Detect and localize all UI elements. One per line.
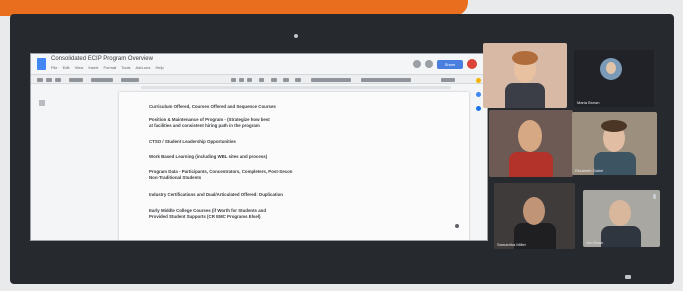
style-select[interactable]: [91, 78, 113, 82]
docs-title-bar: Consolidated ECIP Program Overview File …: [31, 54, 487, 74]
document-title[interactable]: Consolidated ECIP Program Overview: [51, 56, 153, 62]
mic-muted-icon: [653, 194, 656, 199]
menu-item-view[interactable]: View: [75, 65, 84, 70]
link-icon[interactable]: [271, 78, 277, 82]
account-avatar[interactable]: [467, 59, 477, 69]
participant-body: [505, 83, 545, 108]
camera-dot: [294, 34, 298, 38]
insert-image-icon[interactable]: [295, 78, 301, 82]
participant-face: [609, 200, 631, 226]
menu-item-format[interactable]: Format: [103, 65, 116, 70]
participant-body: [601, 226, 641, 247]
video-tile[interactable]: Samantha Miller: [494, 183, 575, 249]
present-icon[interactable]: [425, 60, 433, 68]
menu-item-addons[interactable]: Add-ons: [135, 65, 150, 70]
title-actions: Share: [413, 58, 477, 70]
editing-mode-select[interactable]: [441, 78, 455, 82]
google-docs-icon[interactable]: [37, 58, 46, 70]
avatar-face: [606, 62, 616, 74]
video-tile[interactable]: Jon Dean: [583, 190, 660, 247]
bold-icon[interactable]: [231, 78, 236, 82]
formatting-toolbar: [31, 74, 487, 84]
doc-line: Work Based Learning (including WBL sites…: [149, 154, 268, 159]
participant-face: [518, 120, 542, 152]
share-button[interactable]: Share: [437, 59, 463, 69]
participant-name: Samantha Miller: [497, 242, 526, 247]
docs-window: Consolidated ECIP Program Overview File …: [30, 53, 488, 241]
print-icon[interactable]: [55, 78, 61, 82]
video-tile[interactable]: [483, 43, 567, 108]
menu-item-insert[interactable]: Insert: [88, 65, 98, 70]
doc-line: Provided Student Supports (CR EMC Progra…: [149, 214, 261, 219]
participant-name: Jon Dean: [586, 240, 604, 245]
video-tile[interactable]: Elizabeth Gabel: [572, 112, 657, 175]
participant-name: Maria Brown: [577, 100, 600, 105]
doc-line: CTSO / Student Leadership Opportunities: [149, 139, 236, 144]
video-tile[interactable]: [489, 110, 573, 177]
comment-history-icon[interactable]: [413, 60, 421, 68]
tasks-icon[interactable]: [476, 92, 481, 97]
underline-icon[interactable]: [247, 78, 252, 82]
italic-icon[interactable]: [239, 78, 244, 82]
undo-icon[interactable]: [37, 78, 43, 82]
explore-icon[interactable]: [455, 224, 459, 228]
keep-icon[interactable]: [476, 78, 481, 83]
menu-item-tools[interactable]: Tools: [121, 65, 130, 70]
doc-line: Program Data - Participants, Concentrato…: [149, 169, 293, 174]
font-select[interactable]: [121, 78, 139, 82]
menu-bar: File Edit View Insert Format Tools Add-o…: [51, 65, 168, 70]
participant-hair: [601, 120, 627, 132]
calendar-icon[interactable]: [476, 106, 481, 111]
doc-line: Position & Maintenance of Program - (Str…: [149, 117, 270, 122]
alignment-tools[interactable]: [311, 78, 351, 82]
text-color-icon[interactable]: [259, 78, 264, 82]
doc-line: Early Middle College Courses (if Worth f…: [149, 208, 267, 213]
doc-line: Industry Certifications and Dual/Articul…: [149, 192, 283, 197]
participant-face: [523, 197, 545, 225]
video-tile[interactable]: Maria Brown: [574, 50, 654, 107]
document-page[interactable]: Curriculum Offered, Courses Offered and …: [119, 92, 469, 240]
ruler: [141, 86, 451, 89]
doc-line: Curriculum Offered, Courses Offered and …: [149, 104, 276, 109]
redo-icon[interactable]: [46, 78, 52, 82]
participant-hair: [512, 51, 538, 65]
menu-item-edit[interactable]: Edit: [63, 65, 70, 70]
insert-comment-icon[interactable]: [283, 78, 289, 82]
menu-item-file[interactable]: File: [51, 65, 57, 70]
participant-name: Elizabeth Gabel: [575, 168, 604, 173]
doc-line: at facilities and consistent hiring path…: [149, 123, 260, 128]
menu-item-help[interactable]: Help: [155, 65, 163, 70]
participant-body: [509, 152, 553, 177]
outline-icon[interactable]: [39, 100, 45, 106]
doc-line: Non-Traditional Students: [149, 175, 202, 180]
list-tools[interactable]: [361, 78, 411, 82]
zoom-select[interactable]: [69, 78, 83, 82]
bottom-status-icon: [625, 275, 631, 279]
